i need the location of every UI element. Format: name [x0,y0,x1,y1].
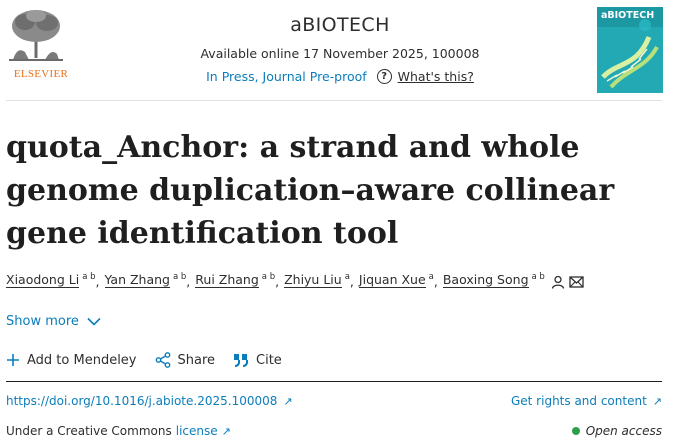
separator: , [95,274,100,289]
affiliation-marker[interactable]: a b [82,267,95,287]
open-access-label: Open access [585,424,662,438]
share-icon [155,352,170,368]
affiliation-marker[interactable]: a [345,267,350,287]
plus-icon [7,354,19,366]
person-icon[interactable] [551,275,565,289]
author-name: Baoxing Song [442,272,529,288]
external-link-icon: ↗ [283,394,293,408]
author-name: Zhiyu Liu [284,272,342,288]
open-access-badge: Open access [571,424,662,438]
journal-cover[interactable]: aBIOTECH [597,7,663,93]
corresponding-author-icons [551,275,584,289]
header-divider [6,100,662,101]
cite-button[interactable]: Cite [233,353,282,368]
cover-title: aBIOTECH [601,10,655,21]
affiliation-marker[interactable]: a b [262,267,275,287]
email-icon[interactable] [569,276,584,288]
add-to-mendeley-button[interactable]: Add to Mendeley [6,353,137,368]
status-row: In Press, Journal Pre-proof ? What's thi… [150,69,530,84]
author-list: Xiaodong Li a b , Yan Zhang a b , Rui Zh… [6,272,666,292]
doi-label: https://doi.org/10.1016/j.abiote.2025.10… [6,394,278,408]
license-prefix: Under a Creative Commons [6,424,172,438]
share-label: Share [177,352,216,368]
tree-icon [5,8,67,62]
author-name: Jiquan Xue [358,272,426,288]
rights-link[interactable]: Get rights and content ↗ [511,394,662,408]
journal-info: aBIOTECH Available online 17 November 20… [150,14,530,84]
external-link-icon: ↗ [221,424,231,438]
whats-this-button[interactable]: ? What's this? [376,69,474,84]
open-access-dot-icon [571,427,580,435]
author-name: Yan Zhang [104,272,170,288]
show-more-button[interactable]: Show more [6,314,101,329]
author-link[interactable]: Zhiyu Liu a [284,272,350,292]
author-link[interactable]: Rui Zhang a b [195,272,275,292]
article-header: ELSEVIER aBIOTECH Available online 17 No… [0,0,678,100]
available-online: Available online 17 November 2025, 10000… [200,46,480,61]
mendeley-label: Add to Mendeley [27,352,137,368]
affiliation-marker[interactable]: a [429,267,434,287]
publisher-name: ELSEVIER [13,68,69,80]
author-link[interactable]: Yan Zhang a b [104,272,186,292]
whats-this-label: What's this? [397,69,474,84]
external-link-icon: ↗ [652,394,662,408]
help-icon: ? [376,69,392,84]
cite-label: Cite [256,352,282,368]
separator: , [186,274,191,289]
separator: , [433,274,438,289]
separator: , [275,274,280,289]
affiliation-marker[interactable]: a b [173,267,186,287]
actions-divider [6,381,662,382]
rights-label: Get rights and content [510,394,647,408]
author-link[interactable]: Baoxing Song a b [442,272,545,292]
author-link[interactable]: Jiquan Xue a [358,272,434,292]
author-name: Rui Zhang [195,272,259,288]
affiliation-marker[interactable]: a b [532,267,545,287]
elsevier-logo[interactable]: ELSEVIER [5,8,68,80]
author-name: Xiaodong Li [6,272,80,288]
quote-icon [234,354,249,367]
license-link[interactable]: license [176,424,218,438]
share-button[interactable]: Share [155,352,216,368]
in-press-status: In Press, Journal Pre-proof [206,69,367,84]
article-title: quota_Anchor: a strand and whole genome … [6,130,615,251]
author-link[interactable]: Xiaodong Li a b [6,272,96,292]
chevron-down-icon [87,317,101,326]
article-actions: Add to Mendeley Share Cite [6,352,300,368]
license-info: Under a Creative Commons license ↗ [6,424,231,438]
doi-link[interactable]: https://doi.org/10.1016/j.abiote.2025.10… [6,394,293,408]
separator: , [349,274,354,289]
show-more-label: Show more [6,314,79,329]
journal-title[interactable]: aBIOTECH [150,14,530,36]
